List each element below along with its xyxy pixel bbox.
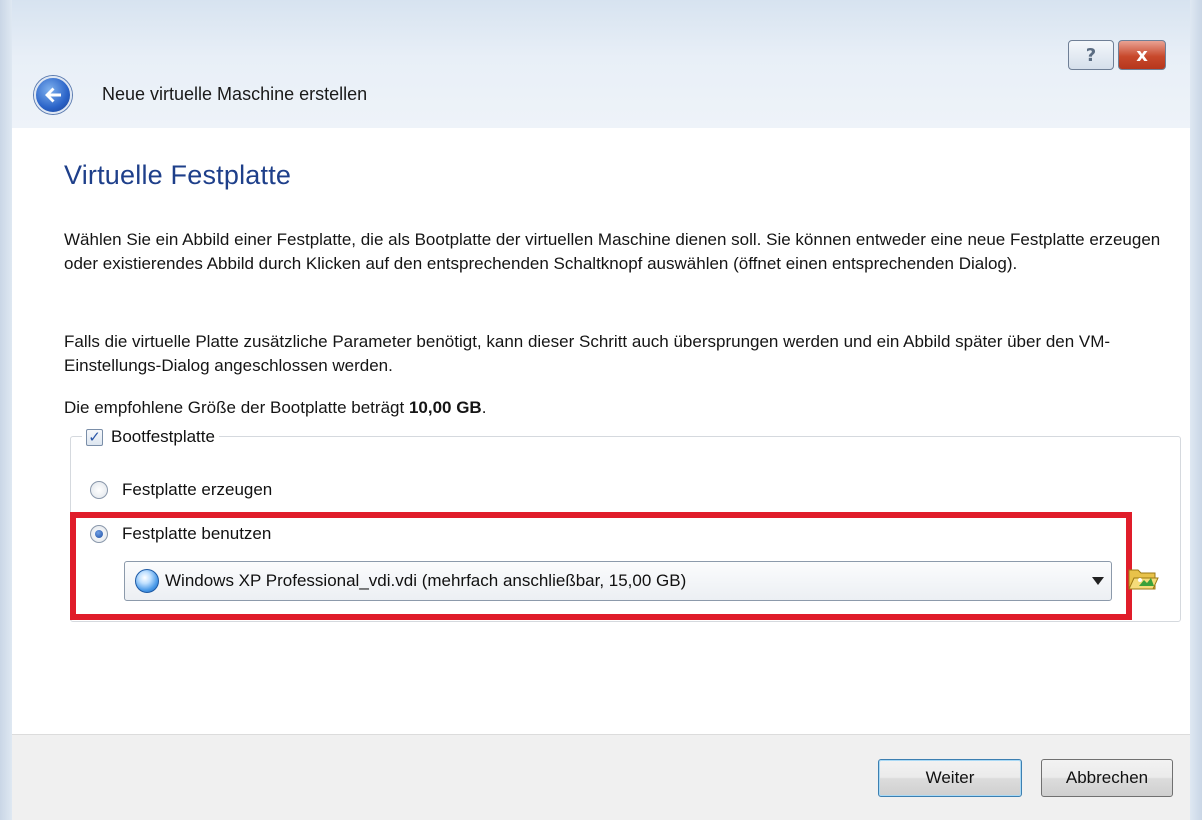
help-icon: ? (1085, 44, 1097, 66)
next-button[interactable]: Weiter (878, 759, 1022, 797)
wizard-title: Neue virtuelle Maschine erstellen (102, 84, 368, 104)
close-icon: x (1136, 44, 1148, 66)
back-arrow-icon (45, 87, 61, 103)
choose-disk-button[interactable] (1126, 564, 1160, 594)
recommended-size-value: 10,00 GB (408, 398, 482, 417)
hard-disk-icon (135, 569, 159, 593)
window-controls: ? x (1068, 40, 1166, 70)
folder-open-icon (1128, 569, 1159, 590)
recommended-size-suffix: . (481, 398, 487, 417)
bootdisk-checkbox-label: Bootfestplatte (111, 427, 215, 446)
bootdisk-checkbox[interactable]: ✓ (86, 428, 103, 446)
help-button[interactable]: ? (1068, 40, 1114, 70)
wizard-page: Virtuelle Festplatte Wählen Sie ein Abbi… (12, 128, 1190, 734)
dropdown-arrow-icon[interactable] (1085, 577, 1111, 585)
wizard-window: ? x Neue virtuelle Maschine erstellen Vi… (0, 0, 1202, 820)
disk-image-select[interactable]: Windows XP Professional_vdi.vdi (mehrfac… (124, 561, 1112, 601)
close-button[interactable]: x (1118, 40, 1166, 70)
radio-use-disk-label: Festplatte benutzen (122, 524, 272, 543)
title-bar: ? x Neue virtuelle Maschine erstellen (12, 0, 1190, 128)
radio-create-disk-button[interactable] (90, 481, 108, 499)
radio-use-disk[interactable]: Festplatte benutzen (90, 524, 271, 544)
button-bar: Weiter Abbrechen (12, 734, 1190, 820)
disk-image-select-value: Windows XP Professional_vdi.vdi (mehrfac… (165, 571, 687, 590)
recommended-size-text: Die empfohlene Größe der Bootplatte betr… (64, 396, 1184, 420)
back-button[interactable] (34, 76, 72, 114)
cancel-button[interactable]: Abbrechen (1041, 759, 1173, 797)
page-title: Virtuelle Festplatte (64, 160, 292, 190)
recommended-size-prefix: Die empfohlene Größe der Bootplatte betr… (64, 398, 409, 417)
radio-use-disk-button[interactable] (90, 525, 108, 543)
bootdisk-checkbox-row[interactable]: ✓ Bootfestplatte (82, 427, 219, 447)
radio-create-disk-label: Festplatte erzeugen (122, 480, 273, 499)
radio-create-disk[interactable]: Festplatte erzeugen (90, 480, 272, 500)
description-paragraph: Wählen Sie ein Abbild einer Festplatte, … (64, 230, 1161, 273)
hint-paragraph: Falls die virtuelle Platte zusätzliche P… (64, 332, 1111, 375)
